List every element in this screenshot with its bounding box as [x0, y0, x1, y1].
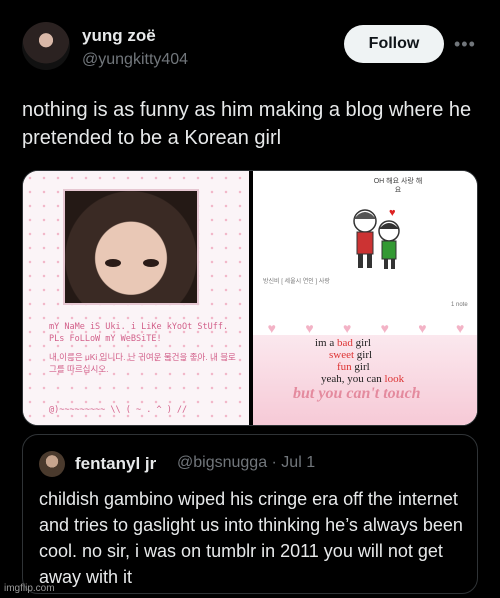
post-meta: 방신비 [ 세울시 연인 ] 사랑 — [263, 279, 330, 285]
eye-right — [143, 259, 159, 267]
author-avatar[interactable] — [22, 22, 70, 70]
cartoon-couple-image — [353, 209, 400, 269]
lyric-text: im a — [315, 337, 337, 349]
heart-icon: ♥ — [267, 320, 276, 336]
quoted-tweet[interactable]: fentanyl jr @bigsnugga · Jul 1 childish … — [22, 434, 478, 594]
lyric-highlight: bad — [337, 337, 353, 349]
lyric-highlight: fun — [337, 361, 352, 373]
bio-signature: @)~~~~~~~~~ \\ ( ~ . ^ ) // — [49, 405, 188, 415]
lyric-line-5: but you can't touch — [293, 385, 421, 402]
quote-author-name[interactable]: fentanyl jr — [75, 454, 156, 474]
follow-button[interactable]: Follow — [344, 25, 444, 63]
lyric-line-1: im a bad girl — [315, 337, 371, 349]
bio-korean: 내 이름은 uKi 입니다. 난 귀여운 물건을 좋아. 내 블로그를 따르십시… — [49, 352, 236, 374]
hearts-border: ♥ ♥ ♥ ♥ ♥ ♥ — [253, 320, 477, 336]
quote-avatar[interactable] — [39, 451, 65, 477]
lyric-line-4: yeah, you can look — [321, 373, 404, 385]
lyric-highlight: sweet — [329, 349, 355, 361]
tweet-media[interactable]: mY NaMe iS Uki. i LiKe kYoOt StUff. PLs … — [22, 170, 478, 426]
heart-icon: ♥ — [389, 207, 396, 219]
lyric-line-3: fun girl — [337, 361, 370, 373]
author-handle[interactable]: @yungkitty404 — [82, 51, 188, 69]
lyric-text: yeah, you can — [321, 373, 385, 385]
quote-text: childish gambino wiped his cringe era of… — [39, 489, 463, 587]
media-left-panel[interactable]: mY NaMe iS Uki. i LiKe kYoOt StUff. PLs … — [23, 171, 249, 425]
author-display-name[interactable]: yung zoë — [82, 26, 156, 46]
heart-icon: ♥ — [305, 320, 314, 336]
lyric-text: girl — [354, 349, 373, 361]
lyric-line-2: sweet girl — [329, 349, 372, 361]
quote-author-handle[interactable]: @bigsnugga · Jul 1 — [177, 454, 315, 472]
tweet-text: nothing is as funny as him making a blog… — [22, 99, 472, 149]
bio-english: mY NaMe iS Uki. i LiKe kYoOt StUff. PLs … — [49, 322, 229, 344]
eye-left — [105, 259, 121, 267]
lyric-text: girl — [352, 337, 371, 349]
heart-icon: ♥ — [455, 320, 465, 336]
heart-icon: ♥ — [342, 320, 352, 336]
lyric-highlight: look — [384, 373, 405, 385]
heart-icon: ♥ — [418, 320, 427, 336]
more-horizontal-icon[interactable]: ••• — [454, 34, 476, 54]
media-right-panel[interactable]: OH 해요 사랑 해요 ♥ 방신비 [ 세울시 연인 ] 사랑 1 note ♥… — [253, 171, 477, 425]
note-count: 1 note — [451, 302, 468, 308]
cartoon-caption: OH 해요 사랑 해요 — [373, 178, 423, 194]
profile-photo — [63, 189, 199, 305]
watermark: imgflip.com — [4, 583, 55, 594]
lyric-text: girl — [351, 361, 370, 373]
heart-icon: ♥ — [380, 320, 389, 336]
